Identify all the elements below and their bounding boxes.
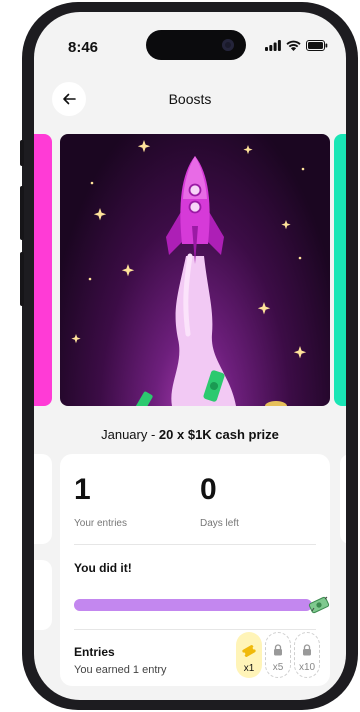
entries-section-title: Entries (74, 645, 115, 659)
prize-summary: January - 20 x $1K cash prize (34, 427, 346, 442)
progress-bar-fill (74, 599, 312, 611)
page-title: Boosts (168, 91, 212, 107)
entries-count: 1 (74, 473, 91, 506)
divider (74, 629, 316, 630)
carousel-prev-card[interactable] (34, 134, 52, 406)
prev-progress-card (34, 560, 52, 630)
days-left-stat: 0 Days left (200, 473, 239, 530)
side-button (20, 140, 24, 166)
prize-description: 20 x $1K cash prize (158, 427, 279, 442)
rocket-hero-image (60, 134, 330, 406)
lock-icon (303, 644, 311, 656)
exhaust-trail (171, 256, 236, 406)
carousel-next-card[interactable] (334, 134, 346, 406)
signal-icon (265, 40, 281, 51)
rocket-ship (166, 156, 224, 264)
days-left-label: Days left (200, 518, 239, 529)
status-icons (265, 40, 328, 51)
status-time: 8:46 (68, 39, 99, 56)
cash-decoration (135, 370, 287, 406)
battery-icon (306, 40, 328, 51)
multiplier-label: x10 (298, 662, 316, 673)
lock-icon (274, 644, 282, 656)
wifi-icon (286, 40, 301, 51)
status-bar: 8:46 (34, 12, 346, 72)
multiplier-x10[interactable]: x10 (294, 632, 320, 678)
entries-section-subtitle: You earned 1 entry (74, 664, 167, 676)
camera-icon (222, 39, 234, 51)
next-stats-card (340, 454, 346, 544)
ticket-icon (242, 645, 256, 657)
multiplier-label: x1 (243, 663, 255, 674)
multiplier-x1[interactable]: x1 (236, 632, 262, 678)
progress-bar (74, 599, 312, 611)
prize-separator: - (147, 427, 159, 442)
multiplier-label: x5 (272, 662, 284, 673)
prize-month: January (101, 427, 148, 442)
entries-stat: 1 Your entries (74, 473, 127, 530)
rocket-illustration (71, 140, 307, 406)
days-left-count: 0 (200, 473, 217, 506)
entries-count-label: Your entries (74, 518, 127, 529)
side-button (20, 186, 24, 240)
phone-screen: 8:46 Boosts January - 20 x $1K cash priz… (34, 12, 346, 700)
multiplier-x5[interactable]: x5 (265, 632, 291, 678)
dynamic-island (146, 30, 246, 60)
cash-icon (308, 596, 330, 614)
progress-title: You did it! (74, 561, 132, 575)
prev-stats-card (34, 454, 52, 544)
side-button (20, 252, 24, 306)
boost-details-card: 1 Your entries 0 Days left You did it! E… (60, 454, 330, 686)
divider (74, 544, 316, 545)
